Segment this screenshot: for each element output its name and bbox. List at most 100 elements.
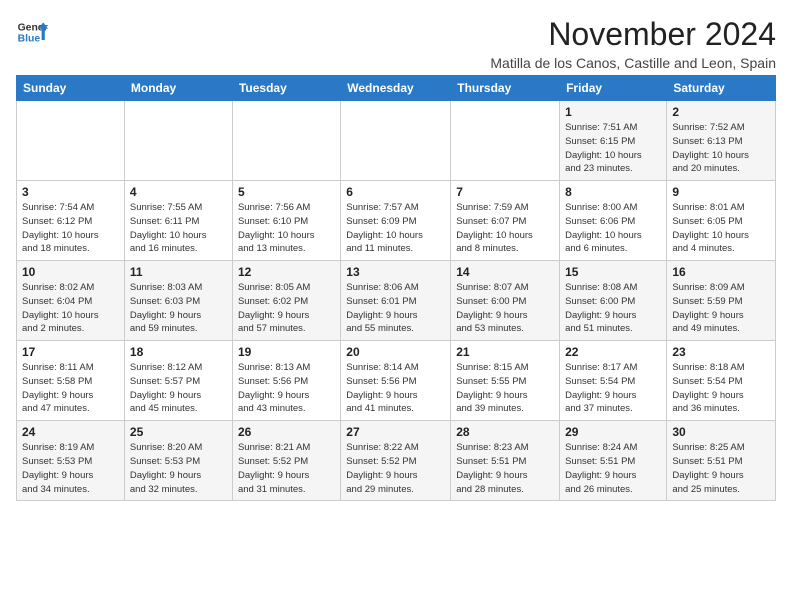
day-info: Sunrise: 7:54 AM Sunset: 6:12 PM Dayligh… <box>22 201 119 256</box>
calendar-cell: 18 Sunrise: 8:12 AM Sunset: 5:57 PM Dayli… <box>124 341 232 421</box>
logo: General Blue <box>16 16 48 48</box>
logo-icon: General Blue <box>16 16 48 48</box>
day-info: Sunrise: 8:05 AM Sunset: 6:02 PM Dayligh… <box>238 281 335 336</box>
calendar-cell: 27 Sunrise: 8:22 AM Sunset: 5:52 PM Dayli… <box>341 421 451 501</box>
calendar-cell: 19Sunrise: 8:13 AM Sunset: 5:56 PM Dayli… <box>232 341 340 421</box>
calendar-cell: 28 Sunrise: 8:23 AM Sunset: 5:51 PM Dayli… <box>451 421 560 501</box>
day-number: 16 <box>672 265 770 279</box>
calendar-cell: 12 Sunrise: 8:05 AM Sunset: 6:02 PM Dayli… <box>232 261 340 341</box>
day-number: 11 <box>130 265 227 279</box>
day-number: 26 <box>238 425 335 439</box>
calendar-cell: 26 Sunrise: 8:21 AM Sunset: 5:52 PM Dayli… <box>232 421 340 501</box>
week-row-3: 17 Sunrise: 8:11 AM Sunset: 5:58 PM Dayli… <box>17 341 776 421</box>
day-number: 3 <box>22 185 119 199</box>
day-number: 12 <box>238 265 335 279</box>
calendar-cell: 9 Sunrise: 8:01 AM Sunset: 6:05 PM Daylig… <box>667 181 776 261</box>
day-info: Sunrise: 8:11 AM Sunset: 5:58 PM Dayligh… <box>22 361 119 416</box>
weekday-header-row: SundayMondayTuesdayWednesdayThursdayFrid… <box>17 76 776 101</box>
weekday-header-wednesday: Wednesday <box>341 76 451 101</box>
day-number: 28 <box>456 425 554 439</box>
calendar-cell <box>124 101 232 181</box>
title-area: November 2024 Matilla de los Canos, Cast… <box>490 16 776 71</box>
calendar-cell <box>232 101 340 181</box>
day-info: Sunrise: 8:18 AM Sunset: 5:54 PM Dayligh… <box>672 361 770 416</box>
weekday-header-monday: Monday <box>124 76 232 101</box>
calendar-cell: 4Sunrise: 7:55 AM Sunset: 6:11 PM Daylig… <box>124 181 232 261</box>
day-number: 5 <box>238 185 335 199</box>
calendar-cell <box>451 101 560 181</box>
day-info: Sunrise: 7:57 AM Sunset: 6:09 PM Dayligh… <box>346 201 445 256</box>
day-info: Sunrise: 7:56 AM Sunset: 6:10 PM Dayligh… <box>238 201 335 256</box>
calendar-cell: 15 Sunrise: 8:08 AM Sunset: 6:00 PM Dayli… <box>560 261 667 341</box>
calendar-table: SundayMondayTuesdayWednesdayThursdayFrid… <box>16 75 776 501</box>
location-title: Matilla de los Canos, Castille and Leon,… <box>490 55 776 71</box>
day-info: Sunrise: 7:59 AM Sunset: 6:07 PM Dayligh… <box>456 201 554 256</box>
calendar-cell: 29 Sunrise: 8:24 AM Sunset: 5:51 PM Dayli… <box>560 421 667 501</box>
calendar-cell: 14Sunrise: 8:07 AM Sunset: 6:00 PM Dayli… <box>451 261 560 341</box>
day-info: Sunrise: 8:06 AM Sunset: 6:01 PM Dayligh… <box>346 281 445 336</box>
day-number: 30 <box>672 425 770 439</box>
day-info: Sunrise: 8:25 AM Sunset: 5:51 PM Dayligh… <box>672 441 770 496</box>
day-info: Sunrise: 8:23 AM Sunset: 5:51 PM Dayligh… <box>456 441 554 496</box>
calendar-cell: 3 Sunrise: 7:54 AM Sunset: 6:12 PM Daylig… <box>17 181 125 261</box>
header: General Blue November 2024 Matilla de lo… <box>16 16 776 71</box>
day-info: Sunrise: 8:21 AM Sunset: 5:52 PM Dayligh… <box>238 441 335 496</box>
calendar-cell: 25Sunrise: 8:20 AM Sunset: 5:53 PM Dayli… <box>124 421 232 501</box>
day-info: Sunrise: 8:00 AM Sunset: 6:06 PM Dayligh… <box>565 201 661 256</box>
day-number: 27 <box>346 425 445 439</box>
calendar-cell: 30 Sunrise: 8:25 AM Sunset: 5:51 PM Dayli… <box>667 421 776 501</box>
day-info: Sunrise: 7:51 AM Sunset: 6:15 PM Dayligh… <box>565 121 661 176</box>
calendar-cell: 17 Sunrise: 8:11 AM Sunset: 5:58 PM Dayli… <box>17 341 125 421</box>
day-info: Sunrise: 8:08 AM Sunset: 6:00 PM Dayligh… <box>565 281 661 336</box>
calendar-cell: 16 Sunrise: 8:09 AM Sunset: 5:59 PM Dayli… <box>667 261 776 341</box>
calendar-cell: 21 Sunrise: 8:15 AM Sunset: 5:55 PM Dayli… <box>451 341 560 421</box>
weekday-header-thursday: Thursday <box>451 76 560 101</box>
day-info: Sunrise: 8:14 AM Sunset: 5:56 PM Dayligh… <box>346 361 445 416</box>
day-number: 14 <box>456 265 554 279</box>
day-number: 21 <box>456 345 554 359</box>
day-number: 15 <box>565 265 661 279</box>
calendar-cell: 1 Sunrise: 7:51 AM Sunset: 6:15 PM Daylig… <box>560 101 667 181</box>
day-number: 1 <box>565 105 661 119</box>
calendar-cell: 2Sunrise: 7:52 AM Sunset: 6:13 PM Daylig… <box>667 101 776 181</box>
day-info: Sunrise: 8:15 AM Sunset: 5:55 PM Dayligh… <box>456 361 554 416</box>
day-info: Sunrise: 8:24 AM Sunset: 5:51 PM Dayligh… <box>565 441 661 496</box>
week-row-1: 3 Sunrise: 7:54 AM Sunset: 6:12 PM Daylig… <box>17 181 776 261</box>
week-row-2: 10 Sunrise: 8:02 AM Sunset: 6:04 PM Dayli… <box>17 261 776 341</box>
day-number: 10 <box>22 265 119 279</box>
day-number: 6 <box>346 185 445 199</box>
day-number: 9 <box>672 185 770 199</box>
day-info: Sunrise: 8:17 AM Sunset: 5:54 PM Dayligh… <box>565 361 661 416</box>
day-info: Sunrise: 8:20 AM Sunset: 5:53 PM Dayligh… <box>130 441 227 496</box>
calendar-cell: 22 Sunrise: 8:17 AM Sunset: 5:54 PM Dayli… <box>560 341 667 421</box>
calendar-cell <box>341 101 451 181</box>
day-number: 13 <box>346 265 445 279</box>
day-number: 22 <box>565 345 661 359</box>
week-row-4: 24 Sunrise: 8:19 AM Sunset: 5:53 PM Dayli… <box>17 421 776 501</box>
day-number: 24 <box>22 425 119 439</box>
day-info: Sunrise: 8:12 AM Sunset: 5:57 PM Dayligh… <box>130 361 227 416</box>
calendar-cell: 13 Sunrise: 8:06 AM Sunset: 6:01 PM Dayli… <box>341 261 451 341</box>
day-info: Sunrise: 8:22 AM Sunset: 5:52 PM Dayligh… <box>346 441 445 496</box>
day-number: 29 <box>565 425 661 439</box>
calendar-cell: 11Sunrise: 8:03 AM Sunset: 6:03 PM Dayli… <box>124 261 232 341</box>
day-info: Sunrise: 8:09 AM Sunset: 5:59 PM Dayligh… <box>672 281 770 336</box>
weekday-header-friday: Friday <box>560 76 667 101</box>
calendar-cell: 10 Sunrise: 8:02 AM Sunset: 6:04 PM Dayli… <box>17 261 125 341</box>
day-info: Sunrise: 8:02 AM Sunset: 6:04 PM Dayligh… <box>22 281 119 336</box>
calendar-cell: 24 Sunrise: 8:19 AM Sunset: 5:53 PM Dayli… <box>17 421 125 501</box>
week-row-0: 1 Sunrise: 7:51 AM Sunset: 6:15 PM Daylig… <box>17 101 776 181</box>
svg-text:Blue: Blue <box>18 34 41 45</box>
calendar-cell: 20Sunrise: 8:14 AM Sunset: 5:56 PM Dayli… <box>341 341 451 421</box>
day-info: Sunrise: 8:19 AM Sunset: 5:53 PM Dayligh… <box>22 441 119 496</box>
weekday-header-sunday: Sunday <box>17 76 125 101</box>
day-number: 4 <box>130 185 227 199</box>
day-number: 17 <box>22 345 119 359</box>
calendar-cell: 6 Sunrise: 7:57 AM Sunset: 6:09 PM Daylig… <box>341 181 451 261</box>
day-number: 18 <box>130 345 227 359</box>
calendar-cell <box>17 101 125 181</box>
calendar-cell: 23Sunrise: 8:18 AM Sunset: 5:54 PM Dayli… <box>667 341 776 421</box>
day-number: 8 <box>565 185 661 199</box>
day-info: Sunrise: 7:52 AM Sunset: 6:13 PM Dayligh… <box>672 121 770 176</box>
day-info: Sunrise: 8:01 AM Sunset: 6:05 PM Dayligh… <box>672 201 770 256</box>
